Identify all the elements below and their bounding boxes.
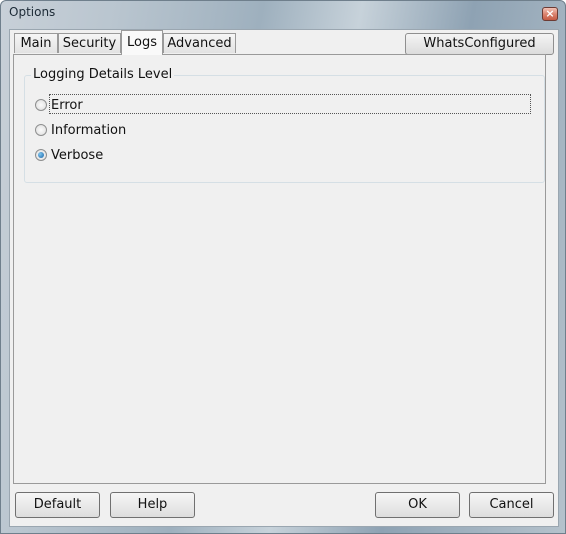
close-icon[interactable]: × bbox=[542, 7, 558, 21]
group-label: Logging Details Level bbox=[31, 67, 175, 82]
cancel-button[interactable]: Cancel bbox=[469, 492, 554, 518]
tab-main[interactable]: Main bbox=[14, 33, 58, 53]
radio-button-verbose[interactable] bbox=[35, 149, 47, 161]
logging-details-group: Logging Details Level Error Information … bbox=[24, 67, 545, 183]
radio-label-information: Information bbox=[51, 122, 127, 138]
logs-tab-panel: Logging Details Level Error Information … bbox=[13, 54, 546, 484]
radio-button-error[interactable] bbox=[35, 99, 47, 111]
dialog-client: Main Security Logs Advanced WhatsConfigu… bbox=[9, 29, 559, 527]
tab-advanced[interactable]: Advanced bbox=[163, 33, 236, 53]
options-window: Options × Main Security Logs Advanced Wh… bbox=[0, 0, 566, 534]
radio-error[interactable]: Error bbox=[35, 94, 531, 115]
radio-button-information[interactable] bbox=[35, 124, 47, 136]
tab-logs[interactable]: Logs bbox=[121, 30, 163, 55]
help-button[interactable]: Help bbox=[110, 492, 195, 518]
radio-information[interactable]: Information bbox=[35, 120, 126, 140]
default-button[interactable]: Default bbox=[15, 492, 100, 518]
ok-button[interactable]: OK bbox=[375, 492, 460, 518]
window-title: Options bbox=[9, 5, 56, 19]
radio-verbose[interactable]: Verbose bbox=[35, 145, 103, 165]
tab-security[interactable]: Security bbox=[58, 33, 121, 53]
focus-rectangle bbox=[49, 94, 531, 114]
radio-label-verbose: Verbose bbox=[51, 147, 104, 163]
title-bar[interactable]: Options × bbox=[1, 1, 565, 27]
whatsconfigured-button[interactable]: WhatsConfigured bbox=[405, 33, 554, 55]
